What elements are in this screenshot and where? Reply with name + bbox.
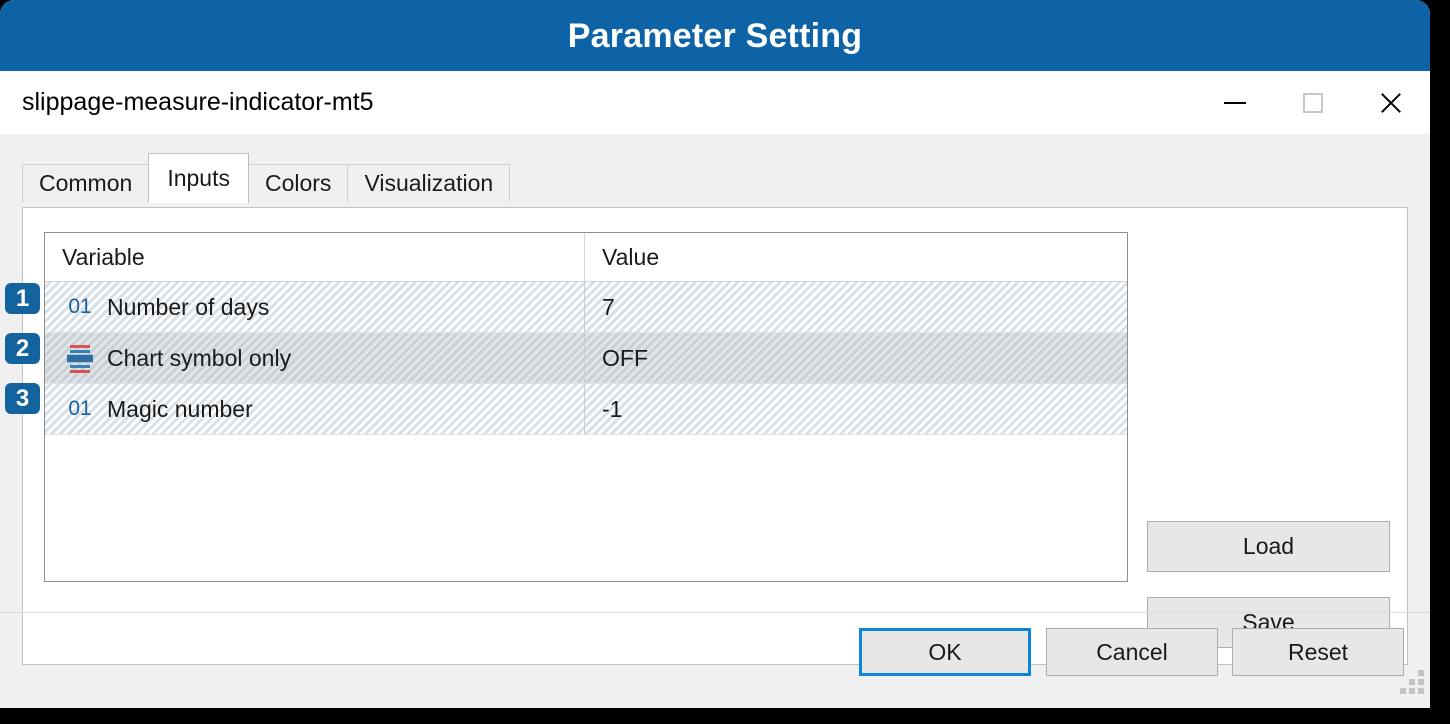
dialog-body: Common Inputs Colors Visualization Varia… xyxy=(0,134,1430,708)
tab-content-inputs: Variable Value 01 Number of days 7 Chart… xyxy=(22,207,1408,665)
tab-common-label: Common xyxy=(39,170,133,196)
maximize-button[interactable] xyxy=(1274,71,1352,134)
variable-name: Number of days xyxy=(107,293,270,320)
banner-title: Parameter Setting xyxy=(567,16,863,55)
boolean-input-icon xyxy=(59,341,101,375)
variable-name: Magic number xyxy=(107,395,253,422)
tab-common[interactable]: Common xyxy=(22,164,150,202)
cell-value[interactable]: -1 xyxy=(585,384,1127,434)
tab-inputs-label: Inputs xyxy=(167,165,230,191)
table-row[interactable]: 01 Number of days 7 xyxy=(45,282,1127,333)
cell-variable: 01 Number of days xyxy=(45,282,585,332)
resize-grip[interactable] xyxy=(1400,670,1424,694)
annotation-badge-3: 3 xyxy=(5,383,40,414)
table-row[interactable]: 01 Magic number -1 xyxy=(45,384,1127,435)
tab-colors[interactable]: Colors xyxy=(247,164,349,202)
close-button[interactable] xyxy=(1352,71,1430,134)
annotation-badge-1: 1 xyxy=(5,283,40,314)
titlebar: slippage-measure-indicator-mt5 xyxy=(0,71,1430,134)
cell-variable: 01 Magic number xyxy=(45,384,585,434)
tab-inputs[interactable]: Inputs xyxy=(148,153,249,203)
tab-strip: Common Inputs Colors Visualization xyxy=(22,153,511,203)
cancel-button[interactable]: Cancel xyxy=(1046,628,1218,676)
parameter-setting-window: Parameter Setting slippage-measure-indic… xyxy=(0,0,1430,708)
tab-visualization-label: Visualization xyxy=(364,170,494,196)
table-header-row: Variable Value xyxy=(45,233,1127,282)
maximize-icon xyxy=(1303,92,1323,113)
window-controls xyxy=(1196,71,1430,134)
cell-value[interactable]: OFF xyxy=(585,333,1127,383)
numeric-input-icon: 01 xyxy=(68,397,92,420)
footer-divider xyxy=(0,612,1430,613)
window-title: slippage-measure-indicator-mt5 xyxy=(22,88,374,116)
close-icon xyxy=(1378,90,1404,116)
variable-name: Chart symbol only xyxy=(107,344,292,371)
load-button[interactable]: Load xyxy=(1147,521,1390,572)
cell-variable: Chart symbol only xyxy=(45,333,585,383)
numeric-input-icon: 01 xyxy=(68,295,92,318)
banner: Parameter Setting xyxy=(0,0,1430,71)
ok-button[interactable]: OK xyxy=(859,628,1031,676)
annotation-badge-2: 2 xyxy=(5,333,40,364)
table-row[interactable]: Chart symbol only OFF xyxy=(45,333,1127,384)
minimize-button[interactable] xyxy=(1196,71,1274,134)
tab-colors-label: Colors xyxy=(264,170,332,196)
column-header-variable: Variable xyxy=(45,233,585,281)
minimize-icon xyxy=(1224,101,1246,104)
tab-visualization[interactable]: Visualization xyxy=(347,164,511,202)
cell-value[interactable]: 7 xyxy=(585,282,1127,332)
parameters-table: Variable Value 01 Number of days 7 Chart… xyxy=(44,232,1128,582)
reset-button[interactable]: Reset xyxy=(1232,628,1404,676)
column-header-value: Value xyxy=(602,243,660,270)
